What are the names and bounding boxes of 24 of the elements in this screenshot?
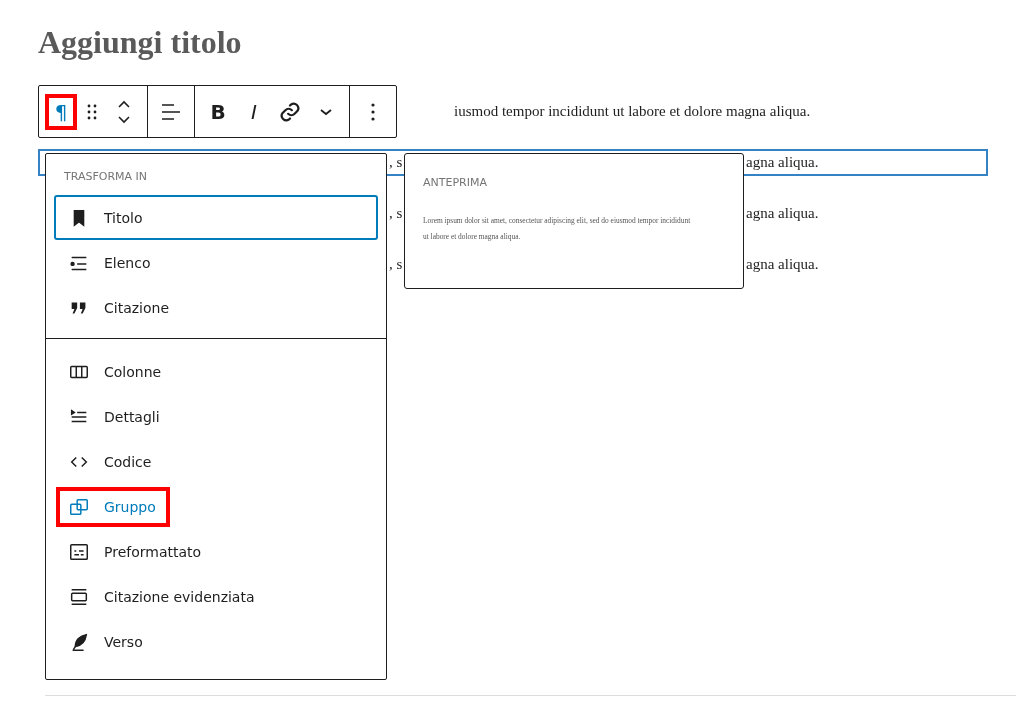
menu-item[interactable]: Dettagli — [54, 394, 378, 439]
highlight-frame: Gruppo — [56, 486, 170, 527]
menu-item[interactable]: Citazione evidenziata — [54, 574, 378, 619]
post-title[interactable]: Aggiungi titolo — [38, 22, 988, 62]
paragraph-text: iusmod tempor incididunt ut labore et dolore magna aliqua. — [454, 103, 811, 120]
menu-item[interactable]: Colonne — [54, 349, 378, 394]
menu-item[interactable]: Gruppo — [54, 484, 378, 529]
menu-item[interactable]: Titolo — [54, 195, 378, 240]
menu-item[interactable]: Citazione — [54, 285, 378, 330]
paragraph-text: , s — [389, 205, 403, 222]
paragraph-text: agna aliqua. — [746, 154, 819, 171]
menu-item[interactable]: Verso — [54, 619, 378, 664]
paragraph-block-button[interactable]: ¶ — [45, 93, 77, 130]
paragraph-text: , s — [389, 154, 403, 171]
italic-button[interactable]: I — [237, 93, 271, 130]
paragraph-text: , s — [389, 256, 403, 273]
paragraph-text: agna aliqua. — [746, 205, 819, 222]
menu-item[interactable]: Codice — [54, 439, 378, 484]
preview-heading: ANTEPRIMA — [423, 176, 488, 189]
menu-heading: TRASFORMA IN — [63, 169, 149, 185]
menu-item[interactable]: Elenco — [54, 240, 378, 285]
paragraph-text: agna aliqua. — [746, 256, 819, 273]
bold-button[interactable]: B — [201, 93, 235, 130]
menu-item[interactable]: Preformattato — [54, 529, 378, 574]
